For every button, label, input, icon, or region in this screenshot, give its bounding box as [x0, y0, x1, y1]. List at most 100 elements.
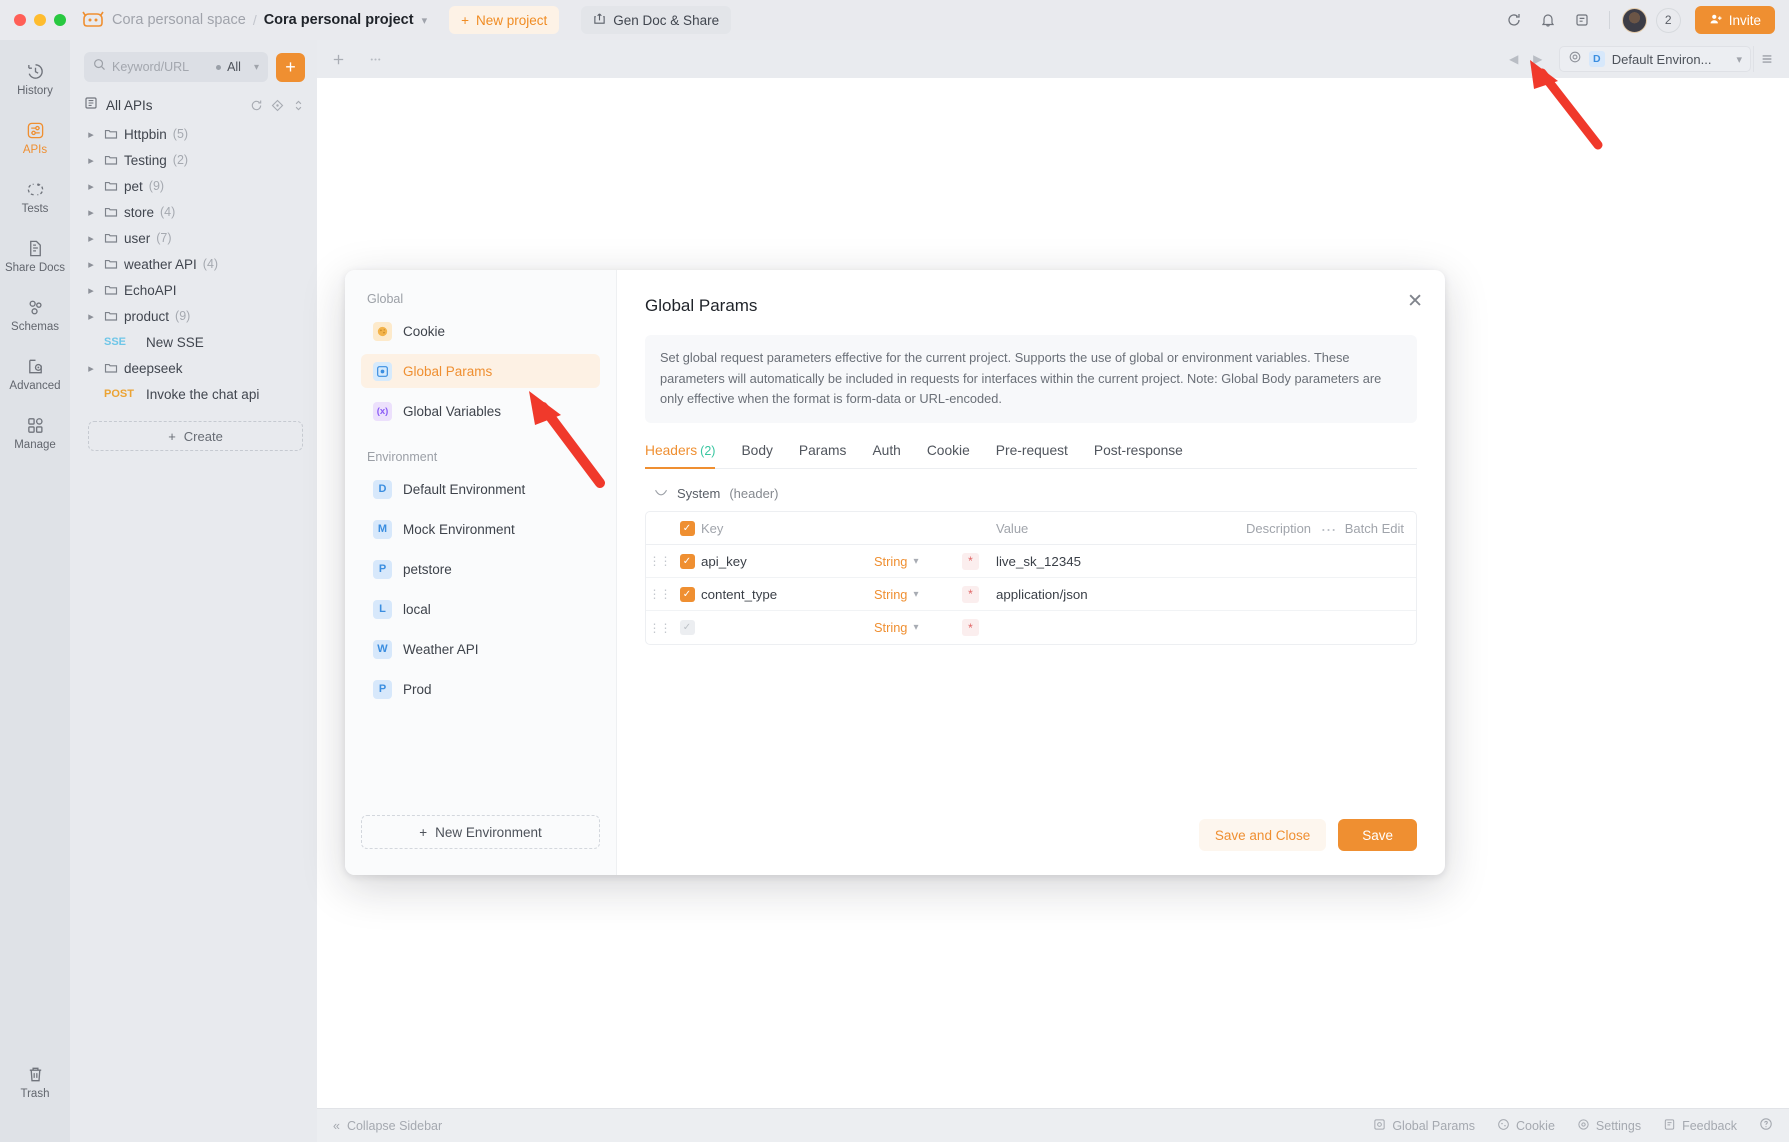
dialog-tab-count: (2) [700, 444, 716, 459]
environment-badge-icon: M [373, 519, 392, 539]
row-drag-handle[interactable]: ⋮⋮ [646, 621, 673, 635]
save-button[interactable]: Save [1338, 819, 1417, 851]
row-type-select[interactable]: String ▾ [874, 620, 962, 635]
nav-item-global-variables-label: Global Variables [403, 403, 502, 419]
dialog-content-panel: Global Params ✕ Set global request param… [617, 270, 1445, 875]
environment-item-label: local [403, 601, 431, 617]
nav-item-environment[interactable]: D Default Environment [361, 472, 600, 506]
dialog-tab-label: Body [741, 443, 773, 459]
dialog-tab[interactable]: Cookie [927, 443, 970, 468]
nav-item-global-params-label: Global Params [403, 363, 493, 379]
table-row[interactable]: ⋮⋮ ✓ api_key String ▾ * live_sk_12345 [646, 545, 1416, 579]
row-checkbox[interactable]: ✓ [679, 553, 695, 569]
system-sub-label: (header) [729, 486, 779, 502]
dialog-tab-label: Params [798, 443, 847, 459]
environment-badge-icon: P [373, 559, 392, 579]
header-key: Key [701, 520, 724, 536]
dialog-footer: Save and Close Save [1198, 819, 1417, 851]
row-checkbox-cell: ✓ [673, 553, 701, 569]
app-root: Cora personal space / Cora personal proj… [0, 0, 1789, 1142]
environment-list: D Default Environment M Mock Environment Ppe… [345, 472, 616, 706]
nav-item-cookie[interactable]: Cookie [361, 314, 600, 348]
save-and-close-button[interactable]: Save and Close [1198, 819, 1327, 851]
dialog-tab[interactable]: Pre-request [996, 443, 1068, 468]
chevron-down-icon: ▾ [913, 622, 919, 634]
global-params-dialog: Global Cookie Global Params (x) Global V… [345, 270, 1445, 875]
chevron-down-icon: ▾ [913, 555, 919, 567]
params-table: ✓ Key Value Description Batch Edit ⋮⋮ ✓ ap… [645, 511, 1417, 646]
dialog-tab[interactable]: Headers (2) [645, 443, 716, 470]
required-toggle[interactable]: * [962, 619, 979, 637]
row-type-select[interactable]: String ▾ [874, 587, 962, 602]
dialog-tab-label: Headers [645, 443, 698, 459]
chevron-down-icon: ▾ [913, 588, 919, 600]
more-options-icon[interactable] [1321, 521, 1336, 536]
row-drag-handle[interactable]: ⋮⋮ [646, 554, 673, 568]
nav-item-environment[interactable]: P Prod [361, 672, 600, 706]
plus-icon: + [419, 824, 428, 840]
header-description: Description [1246, 520, 1312, 536]
params-table-header: ✓ Key Value Description Batch Edit [646, 512, 1416, 546]
select-all-checkbox-cell: ✓ [673, 520, 701, 536]
dialog-tab[interactable]: Params [799, 443, 847, 468]
new-environment-label: New Environment [435, 824, 542, 840]
collapse-caret-icon[interactable] [655, 486, 668, 501]
row-checkbox-cell: ✓ [673, 620, 701, 636]
system-header-row[interactable]: System (header) [645, 486, 1417, 501]
global-variables-icon: (x) [373, 401, 392, 421]
environment-item-label: petstore [403, 561, 452, 577]
environment-item-label: Mock Environment [403, 521, 515, 537]
nav-item-environment[interactable]: Llocal [361, 592, 600, 626]
table-row[interactable]: ⋮⋮ ✓ content_type String ▾ * application/json [646, 578, 1416, 612]
row-drag-handle[interactable]: ⋮⋮ [646, 587, 673, 601]
environment-item-label: Default Environment [403, 481, 526, 497]
environment-item-label: Prod [403, 681, 432, 697]
row-type-label: String [874, 620, 908, 636]
row-type-label: String [874, 586, 908, 602]
dialog-tab[interactable]: Post-response [1094, 443, 1183, 468]
system-label: System [677, 486, 721, 502]
dialog-description: Set global request parameters effective … [645, 335, 1417, 424]
row-required-cell: * [962, 619, 996, 637]
dialog-title: Global Params [645, 296, 758, 315]
nav-item-environment[interactable]: M Mock Environment [361, 512, 600, 546]
row-checkbox[interactable]: ✓ [679, 586, 695, 602]
cookie-icon [373, 321, 392, 341]
close-icon[interactable]: ✕ [1407, 292, 1423, 311]
dialog-tab-label: Auth [872, 443, 901, 459]
environment-badge-icon: D [373, 479, 392, 499]
select-all-checkbox[interactable]: ✓ [679, 520, 695, 536]
new-environment-button[interactable]: + New Environment [361, 815, 600, 849]
dialog-tab-label: Pre-request [995, 443, 1068, 459]
environment-item-label: Weather API [403, 641, 479, 657]
nav-item-global-params[interactable]: Global Params [361, 354, 600, 388]
environment-badge-icon: L [373, 599, 392, 619]
nav-item-environment[interactable]: W Weather API [361, 632, 600, 666]
dialog-tab-label: Cookie [926, 443, 970, 459]
row-key[interactable]: api_key [701, 554, 874, 569]
dialog-tab[interactable]: Auth [872, 443, 900, 468]
row-checkbox[interactable]: ✓ [679, 620, 695, 636]
batch-edit-label: Batch Edit [1344, 520, 1404, 536]
row-value[interactable]: live_sk_12345 [996, 554, 1246, 569]
environment-badge-icon: P [373, 679, 392, 699]
row-required-cell: * [962, 585, 996, 603]
nav-item-cookie-label: Cookie [403, 323, 446, 339]
row-value[interactable]: application/json [996, 587, 1246, 602]
params-table-body: ⋮⋮ ✓ api_key String ▾ * live_sk_12345 ⋮⋮ ✓ conten… [646, 545, 1416, 644]
nav-item-global-variables[interactable]: (x) Global Variables [361, 394, 600, 428]
row-key[interactable]: content_type [701, 587, 874, 602]
table-row[interactable]: ⋮⋮ ✓ String ▾ * [646, 611, 1416, 644]
header-value: Value [996, 520, 1029, 536]
required-toggle[interactable]: * [962, 552, 979, 570]
nav-group-global-label: Global [367, 292, 404, 306]
global-params-icon [373, 361, 392, 381]
nav-item-environment[interactable]: Ppetstore [361, 552, 600, 586]
dialog-nav-panel: Global Cookie Global Params (x) Global V… [345, 270, 617, 875]
dialog-tab[interactable]: Body [741, 443, 772, 468]
row-type-label: String [874, 553, 908, 569]
nav-group-environment-label: Environment [367, 450, 438, 464]
batch-edit-button[interactable]: Batch Edit [1321, 521, 1416, 536]
row-type-select[interactable]: String ▾ [874, 554, 962, 569]
required-toggle[interactable]: * [962, 585, 979, 603]
